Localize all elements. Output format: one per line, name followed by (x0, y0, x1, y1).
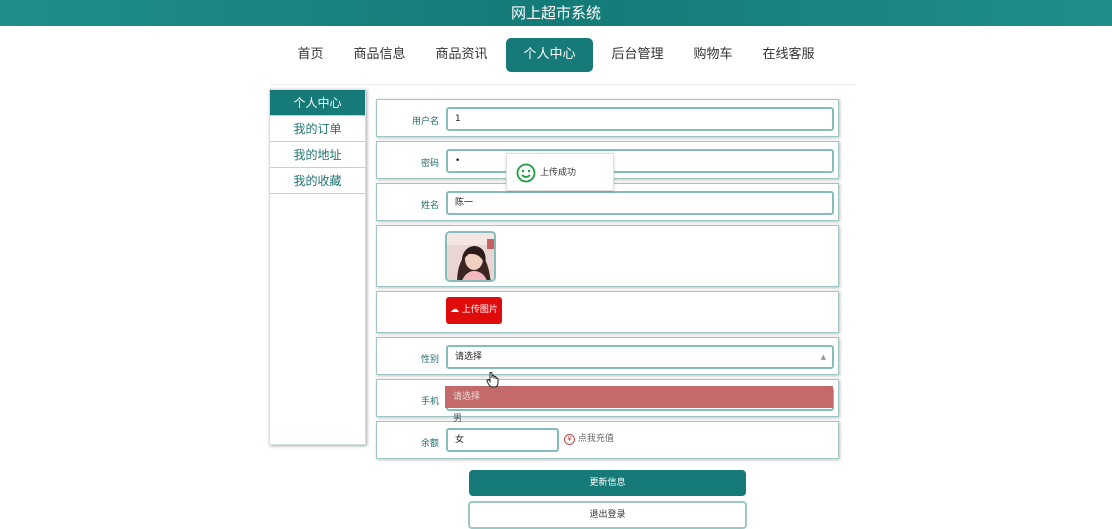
dropdown-option-female[interactable]: 男 (445, 408, 833, 430)
nav-personal-center[interactable]: 个人中心 (506, 38, 593, 72)
cloud-upload-icon: ☁ (450, 305, 460, 315)
username-input[interactable]: 1 (446, 107, 834, 131)
app-title: 网上超市系统 (510, 4, 601, 22)
balance-input[interactable]: 女 (446, 428, 559, 452)
gender-select[interactable]: 请选择 ▲ (446, 345, 834, 369)
top-nav: 首页 商品信息 商品资讯 个人中心 后台管理 购物车 在线客服 (0, 38, 1112, 72)
hand-cursor-icon (486, 371, 499, 388)
nav-news[interactable]: 商品资讯 (420, 38, 502, 72)
divider (270, 84, 856, 85)
upload-success-toast: 上传成功 (506, 153, 614, 191)
chevron-down-icon: ▲ (820, 353, 826, 361)
username-label: 用户名 (411, 117, 439, 127)
nav-cart[interactable]: 购物车 (679, 38, 748, 72)
recharge-link[interactable]: ¥ 点我充值 (564, 431, 614, 445)
sidebar-item-personal-center[interactable]: 个人中心 (270, 90, 365, 116)
gender-label: 性别 (420, 355, 439, 365)
sidebar-item-favorites[interactable]: 我的收藏 (270, 168, 365, 194)
nav-admin[interactable]: 后台管理 (597, 38, 679, 72)
phone-label: 手机 (420, 397, 439, 407)
recharge-label: 点我充值 (577, 434, 614, 444)
dropdown-option-male[interactable]: 请选择 (445, 386, 833, 408)
smile-icon (516, 163, 536, 183)
avatar-row (376, 225, 839, 287)
upload-row: ☁ 上传图片 (376, 291, 839, 333)
name-input[interactable]: 陈一 (446, 191, 834, 215)
gender-row: 性别 请选择 ▲ (376, 337, 839, 375)
sidebar: 个人中心 我的订单 我的地址 我的收藏 (269, 89, 366, 445)
sidebar-item-orders[interactable]: 我的订单 (270, 116, 365, 142)
gender-select-value: 请选择 (455, 352, 483, 362)
toast-message: 上传成功 (540, 168, 577, 178)
yen-icon: ¥ (564, 434, 575, 445)
balance-label: 余额 (420, 439, 439, 449)
password-input[interactable]: • (446, 149, 834, 173)
password-label: 密码 (420, 159, 439, 169)
nav-products[interactable]: 商品信息 (338, 38, 420, 72)
name-label: 姓名 (420, 201, 439, 211)
app-title-bar: 网上超市系统 (0, 0, 1112, 26)
update-info-button[interactable]: 更新信息 (469, 470, 746, 496)
nav-customer-service[interactable]: 在线客服 (748, 38, 830, 72)
nav-home[interactable]: 首页 (282, 38, 338, 72)
sidebar-item-address[interactable]: 我的地址 (270, 142, 365, 168)
username-row: 用户名 1 (376, 99, 839, 137)
upload-button-label: 上传图片 (461, 305, 498, 315)
upload-image-button[interactable]: ☁ 上传图片 (446, 297, 502, 324)
dropdown-option-male-label: 请选择 (453, 392, 481, 402)
avatar (445, 231, 496, 282)
